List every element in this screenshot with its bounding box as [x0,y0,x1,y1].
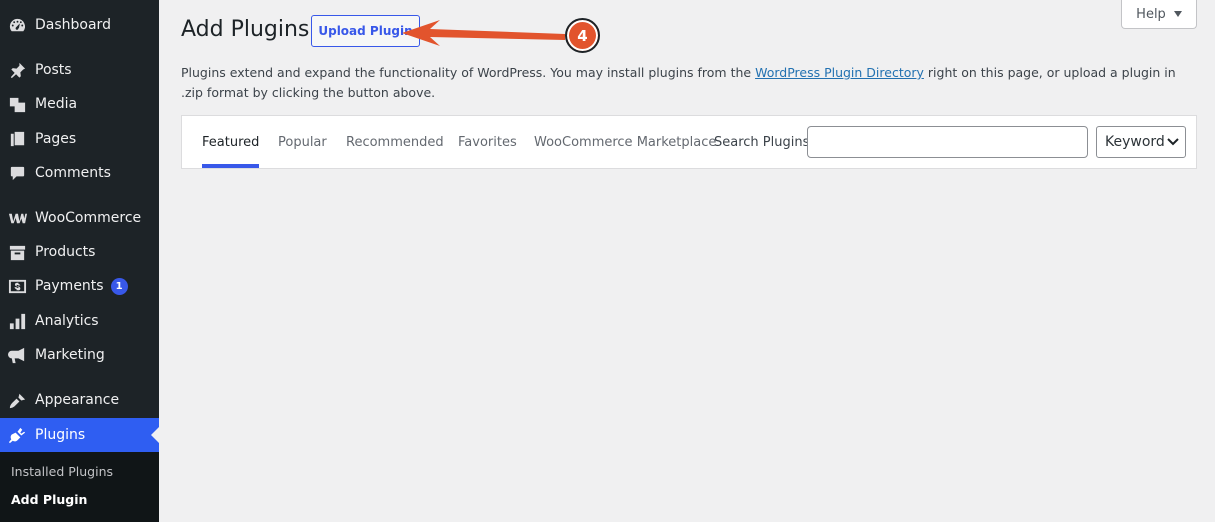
tab-recommended[interactable]: Recommended [346,116,444,168]
search-type-value: Keyword [1105,134,1165,150]
search-type-select[interactable]: Keyword [1096,126,1186,158]
pages-icon [7,129,27,149]
plugin-filter-bar: Featured Popular Recommended Favorites W… [181,115,1197,169]
menu-label: Dashboard [35,17,111,33]
caret-down-icon [1173,11,1182,17]
help-label: Help [1136,6,1166,22]
comment-icon [7,163,27,183]
menu-item-dashboard[interactable]: Dashboard [0,8,159,42]
media-icon [7,94,27,114]
payments-icon [7,276,27,296]
menu-item-plugins[interactable]: Plugins [0,418,159,452]
menu-label: Payments [35,278,104,294]
menu-label: Analytics [35,313,99,329]
pin-icon [7,60,27,80]
menu-label: Appearance [35,392,120,408]
menu-label: Posts [35,62,72,78]
tab-featured[interactable]: Featured [202,116,260,168]
help-button[interactable]: Help [1121,0,1197,29]
search-plugins-label: Search Plugins [714,135,810,150]
search-plugins-input[interactable] [807,126,1088,158]
menu-item-media[interactable]: Media [0,87,159,121]
bar-chart-icon [7,311,27,331]
menu-label: Media [35,96,78,112]
plugins-submenu: Installed Plugins Add Plugin [0,452,159,522]
tab-popular[interactable]: Popular [278,116,327,168]
menu-item-appearance[interactable]: Appearance [0,383,159,417]
page-title: Add Plugins [181,17,310,42]
menu-item-analytics[interactable]: Analytics [0,304,159,338]
payments-count-badge: 1 [110,277,128,295]
menu-item-posts[interactable]: Posts [0,53,159,87]
woocommerce-icon [7,208,27,228]
menu-item-woocommerce[interactable]: WooCommerce [0,201,159,235]
megaphone-icon [7,345,27,365]
page-description: Plugins extend and expand the functional… [181,63,1196,103]
menu-item-comments[interactable]: Comments [0,156,159,190]
menu-item-marketing[interactable]: Marketing [0,338,159,372]
annotation-step-marker: 4 [565,18,600,53]
dashboard-icon [7,15,27,35]
tab-favorites[interactable]: Favorites [458,116,517,168]
menu-label: Comments [35,165,111,181]
annotation-arrow [402,20,565,46]
description-text-before: Plugins extend and expand the functional… [181,65,756,80]
paintbrush-icon [7,390,27,410]
chevron-down-icon [1167,138,1179,146]
menu-label: Pages [35,131,77,147]
archive-icon [7,242,27,262]
menu-item-products[interactable]: Products [0,235,159,269]
menu-label: WooCommerce [35,210,142,226]
plugin-directory-link[interactable]: WordPress Plugin Directory [755,65,924,80]
submenu-installed-plugins[interactable]: Installed Plugins [11,464,113,479]
menu-item-pages[interactable]: Pages [0,122,159,156]
plugin-icon [7,425,27,445]
admin-sidebar: Dashboard Posts Media Pages Comments Woo… [0,0,159,522]
submenu-add-plugin[interactable]: Add Plugin [11,492,87,507]
menu-label: Plugins [35,427,86,443]
menu-label: Products [35,244,96,260]
tab-woocommerce-marketplace[interactable]: WooCommerce Marketplace [534,116,716,168]
menu-item-payments[interactable]: Payments 1 [0,269,159,303]
menu-label: Marketing [35,347,105,363]
